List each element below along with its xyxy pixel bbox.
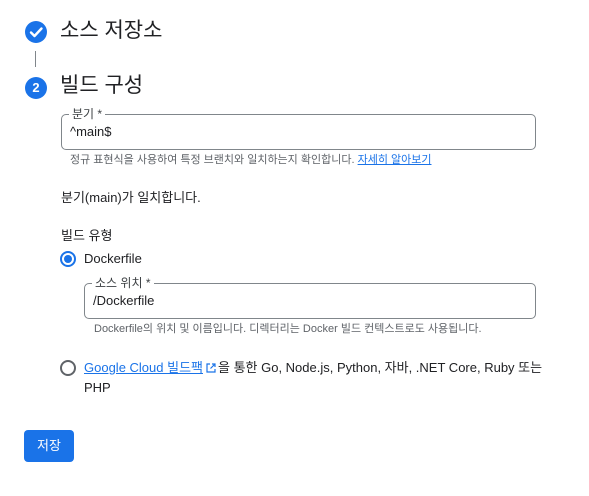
save-button[interactable]: 저장 (24, 430, 74, 462)
dockerfile-radio[interactable] (60, 251, 76, 267)
source-location-helper: Dockerfile의 위치 및 이름입니다. 디렉터리는 Docker 빌드 … (94, 323, 482, 335)
source-location-field[interactable]: 소스 위치 * /Dockerfile (84, 276, 536, 319)
buildpack-radio-label[interactable]: Google Cloud 빌드팩 을 통한 Go, Node.js, Python… (84, 358, 542, 378)
branch-helper: 정규 표현식을 사용하여 특정 브랜치와 일치하는지 확인합니다. 자세히 알아… (70, 153, 431, 167)
step-connector-line (35, 51, 36, 67)
branch-helper-text: 정규 표현식을 사용하여 특정 브랜치와 일치하는지 확인합니다. (70, 154, 355, 166)
step2-title: 빌드 구성 (60, 74, 144, 97)
buildpack-description-line2: PHP (84, 380, 111, 395)
learn-more-link[interactable]: 자세히 알아보기 (358, 154, 432, 166)
branch-field-label: 분기 * (69, 107, 106, 121)
build-type-heading: 빌드 유형 (61, 228, 113, 243)
open-in-new-icon[interactable] (205, 362, 217, 374)
check-icon (29, 27, 43, 38)
source-location-input[interactable]: /Dockerfile (93, 293, 498, 309)
branch-input[interactable]: ^main$ (70, 124, 496, 140)
dockerfile-radio-label[interactable]: Dockerfile (84, 249, 142, 269)
branch-match-status: 분기(main)가 일치합니다. (61, 190, 201, 205)
buildpack-description: 을 통한 Go, Node.js, Python, 자바, .NET Core,… (218, 360, 543, 375)
step-number-badge: 2 (25, 77, 47, 99)
buildpack-link[interactable]: Google Cloud 빌드팩 (84, 360, 203, 375)
buildpack-radio[interactable] (60, 360, 76, 376)
branch-field[interactable]: 분기 * ^main$ (61, 107, 536, 150)
step1-title[interactable]: 소스 저장소 (60, 19, 162, 43)
source-location-label: 소스 위치 * (92, 276, 154, 290)
step-complete-check-icon (25, 21, 47, 43)
